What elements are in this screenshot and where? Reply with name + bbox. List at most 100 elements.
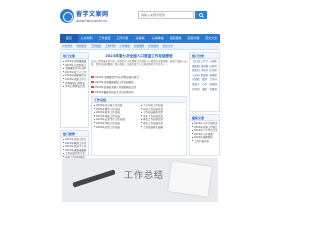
category-tag[interactable]: 合同范本 [192,88,200,92]
list-item-label: 个人年度工作总结 [143,104,164,107]
category-tag[interactable]: 思想汇报 [192,69,200,73]
bullet-icon [192,140,193,142]
list-item-label: 2023年述职述廉报告 [65,148,86,152]
list-item-label: 2023年工作计划范文 [194,122,217,125]
bullet-icon [141,122,142,124]
list-item-label: 2023年销售工作总结 [96,114,120,118]
category-tag[interactable]: 工作计划 [201,60,209,64]
list-item[interactable]: 工作汇报范文 [192,140,217,144]
search-box [138,11,194,19]
recommend-panel: 热门推荐 2023年乡镇工作总结2023年教师工作总结2023年党员个人总结20… [60,130,89,159]
category-tag[interactable]: 述职报告 [192,65,200,69]
list-item[interactable]: 工作总结开头结尾 [141,126,184,130]
category-tag[interactable]: 党课讲稿 [209,88,217,92]
subnav-item[interactable]: 工作总结 [91,44,101,48]
subnav-item[interactable]: 范文大全 [163,44,173,48]
category-tag[interactable]: 规章制度 [209,83,217,87]
list-item-label: 2023年办公室工作总结 [96,104,123,107]
search-input[interactable] [141,13,193,17]
bullet-icon [192,129,193,131]
category-tag[interactable]: 心得体会 [209,60,217,64]
category-tag[interactable]: 整改报告 [201,74,209,78]
logo-title: 留学文案网 [76,11,109,18]
bullet-icon [63,149,64,151]
category-tag[interactable]: 演讲稿 [201,65,209,69]
highlight-item[interactable]: 2023年主题教育学习心得体会研讨发言 [91,75,187,79]
subnav-item[interactable]: 实用文档 [148,44,158,48]
bullet-icon [63,152,64,154]
banner-image[interactable]: 工作总结 [62,158,218,202]
subnav-item[interactable]: 党团范文 [76,44,86,48]
list-item-label: 季度工作总结范文 [143,118,164,122]
category-tag[interactable]: 实习报告 [209,69,217,73]
highlight-item[interactable]: 2023年党风廉政建设工作总结报告 [91,80,187,84]
nav-item[interactable]: 工作计划 [113,34,131,43]
highlight-item[interactable]: 2023年最新党员民主评议自我评价 [91,90,187,94]
bullet-icon [141,118,142,120]
bullet-icon [63,71,64,73]
bullet-icon [94,111,95,113]
list-item-label: 2023年教学工作总结 [96,107,120,111]
highlight-item[interactable]: 2023年度基层党建工作述职报告范文 [91,85,187,89]
category-tag[interactable]: 工作总结 [192,60,200,64]
featured-title[interactable]: 2023年第七次全国人口普查工作总结报告 [91,54,187,59]
list-item-label: 工作总结范文大全 [65,152,86,156]
bullet-icon [141,115,142,117]
logo-url: www.fwbjueshi.cn [76,19,108,23]
list-item-label: 2023年乡镇工作总结 [65,138,86,141]
hot-articles-panel: 热门文章 2023年党风廉政建设工作总结2023年以案促改工作总结报告主题教育学… [60,52,89,128]
category-tag[interactable]: 申请书 [201,69,209,73]
list-item-label: 工作总结报告范文 [143,111,164,115]
nav-item[interactable]: 演讲稿 [131,34,149,43]
list-item-label: 2023年个人学习计划 [194,129,217,133]
list-item-label: 月度工作总结范文 [143,121,164,125]
subnav-item[interactable]: 工作计划 [105,44,115,48]
category-tag[interactable]: 自我评价 [209,65,217,69]
list-item-label: 2023年教师工作总结 [65,141,86,145]
paper-illustration [168,161,212,197]
bullet-icon [94,108,95,110]
list-item[interactable]: 2023年社区工作总结 [94,126,137,130]
banner-text: 工作总结 [124,171,165,181]
logo-text: 留学文案网 www.fwbjueshi.cn [76,9,109,23]
logo-icon [60,9,74,23]
list-item-label: 2023年工作思路 [194,132,213,136]
nav-item[interactable]: 工作总结 [96,34,114,43]
bullet-icon [192,133,193,135]
site-logo[interactable]: 留学文案网 www.fwbjueshi.cn [60,5,122,27]
list-item-label: 工作汇报范文 [194,139,210,143]
bullet-icon [192,122,193,124]
new-badge-icon [91,80,94,84]
category-tag[interactable]: 入党申请 [192,74,200,78]
category-tag[interactable]: 调研报告 [209,74,217,78]
category-tag[interactable]: 心得 [201,83,209,87]
nav-item[interactable]: 首页 [60,34,78,43]
list-item-label: 作风建设心得体会 [65,81,86,85]
category-tag[interactable]: 主持词 [209,78,217,82]
category-tag[interactable]: 讲话稿 [192,78,200,82]
nav-item[interactable]: 心得体会 [149,34,167,43]
search-button[interactable] [195,11,207,19]
list-item-label: 学习心得体会范文 [65,85,86,89]
bullet-icon [141,126,142,128]
bullet-icon [94,104,95,106]
nav-item[interactable]: 公文材料 [78,34,96,43]
subnav-item[interactable]: 公文范文 [62,44,72,48]
nav-item[interactable]: 述职报告 [167,34,185,43]
list-item-label: 2023年党建工作要点 [194,125,217,129]
list-item-label: 2023年党建工作计划 [65,77,86,81]
list-item-label: 2023年以案促改工作总结报告 [65,63,86,67]
subnav-item[interactable]: 心得体会 [120,44,130,48]
nav-item[interactable]: 范文大全 [202,34,220,43]
category-tag[interactable]: 通知 [201,88,209,92]
bullet-icon [63,145,64,147]
list-item-label: 2023年安全生产工作总结 [96,118,125,122]
nav-item[interactable]: 实用文档 [184,34,202,43]
bullet-icon [94,122,95,124]
category-tag[interactable]: 策划书 [192,83,200,87]
category-tag[interactable]: 致辞 [201,78,209,82]
subnav-item[interactable]: 演讲致辞 [134,44,144,48]
highlight-label: 2023年度基层党建工作述职报告范文 [95,86,137,89]
list-item[interactable]: 学习心得体会范文 [63,85,86,89]
list-item-label: 2023年述职报告 [194,136,213,140]
